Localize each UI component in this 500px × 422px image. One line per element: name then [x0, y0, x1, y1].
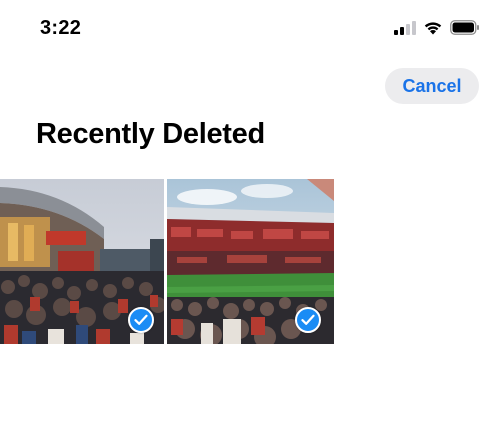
photo-grid [0, 179, 334, 344]
status-icons [394, 20, 480, 40]
status-bar: 3:22 [0, 0, 500, 60]
cancel-button[interactable]: Cancel [385, 68, 479, 104]
photo-thumbnail[interactable] [167, 179, 334, 344]
screen: 3:22 Cancel Recently Deleted [0, 0, 500, 422]
selected-checkmark-badge [128, 307, 154, 333]
checkmark-icon [301, 314, 315, 325]
status-time: 3:22 [40, 17, 82, 39]
photo-thumbnail[interactable] [0, 179, 164, 344]
checkmark-icon [134, 314, 148, 325]
page-title: Recently Deleted [36, 118, 265, 150]
selected-checkmark-badge [295, 307, 321, 333]
battery-icon [450, 20, 480, 40]
wifi-icon [423, 20, 443, 40]
cellular-signal-icon [394, 20, 416, 40]
